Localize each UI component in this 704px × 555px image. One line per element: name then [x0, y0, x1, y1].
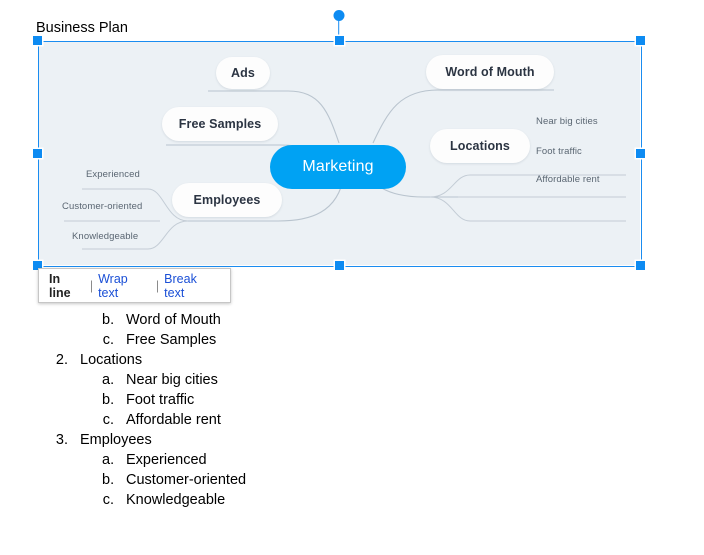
- mindmap-node-ads[interactable]: Ads: [216, 57, 270, 89]
- outline-item-label: Locations: [80, 352, 143, 368]
- outline-item-label: Foot traffic: [126, 392, 195, 408]
- outline-item-marker: b.: [102, 312, 115, 328]
- outline-item-label: Free Samples: [126, 332, 217, 348]
- outline-item-label: Employees: [80, 432, 152, 448]
- mindmap-node-word-of-mouth[interactable]: Word of Mouth: [426, 55, 554, 89]
- text-wrap-options-popup: In line | Wrap text | Break text: [38, 268, 231, 303]
- mindmap-leaf-affordable-rent[interactable]: Affordable rent: [536, 174, 600, 185]
- outline-item-marker: b.: [102, 392, 115, 408]
- outline-item-label: Affordable rent: [126, 412, 221, 428]
- resize-handle-bottom-center[interactable]: [334, 261, 344, 270]
- selected-image-frame[interactable]: Marketing Ads Word of Mouth Free Samples…: [33, 10, 645, 270]
- outline-item[interactable]: a. Near big cities: [36, 370, 456, 390]
- mindmap-leaf-experienced[interactable]: Experienced: [86, 169, 140, 180]
- text-wrap-option-wrap-text[interactable]: Wrap text: [98, 272, 151, 300]
- outline-item-label: Customer-oriented: [126, 472, 247, 488]
- resize-handle-top-center[interactable]: [334, 36, 344, 45]
- outline-item-label: Word of Mouth: [126, 312, 221, 328]
- resize-handle-top-right[interactable]: [636, 36, 645, 45]
- mindmap-image[interactable]: Marketing Ads Word of Mouth Free Samples…: [38, 41, 640, 265]
- popup-separator-1: |: [89, 278, 94, 293]
- outline-item[interactable]: 3. Employees: [36, 430, 456, 450]
- popup-separator-2: |: [155, 278, 160, 293]
- resize-handle-middle-left[interactable]: [33, 148, 42, 158]
- outline-item-marker: c.: [102, 412, 114, 428]
- outline-item-marker: b.: [102, 472, 115, 488]
- text-wrap-option-break-text[interactable]: Break text: [164, 272, 220, 300]
- mindmap-node-employees[interactable]: Employees: [172, 183, 282, 217]
- outline-item[interactable]: c. Affordable rent: [36, 410, 456, 430]
- outline-item-label: Experienced: [126, 452, 207, 468]
- rotate-handle[interactable]: [333, 10, 345, 21]
- outline-item-label: Near big cities: [126, 372, 218, 388]
- outline-item-marker: c.: [102, 492, 114, 508]
- outline-item[interactable]: a. Experienced: [36, 450, 456, 470]
- mindmap-leaf-foot-traffic[interactable]: Foot traffic: [536, 146, 582, 157]
- text-wrap-option-in-line[interactable]: In line: [49, 272, 85, 300]
- mindmap-center-node[interactable]: Marketing: [270, 145, 406, 189]
- outline-item-marker: a.: [102, 452, 115, 468]
- resize-handle-top-left[interactable]: [33, 36, 42, 45]
- outline-item-marker: c.: [102, 332, 114, 348]
- outline-item-marker: 3.: [55, 432, 68, 448]
- page-title: Business Plan: [36, 20, 128, 36]
- outline-item[interactable]: c. Knowledgeable: [36, 490, 456, 510]
- mindmap-node-free-samples[interactable]: Free Samples: [162, 107, 278, 141]
- outline-item-label: Knowledgeable: [126, 492, 226, 508]
- document-outline-list: b. Word of Mouth c. Free Samples 2. Locations…: [36, 310, 456, 510]
- outline-item[interactable]: b. Customer-oriented: [36, 470, 456, 490]
- outline-item[interactable]: b. Foot traffic: [36, 390, 456, 410]
- mindmap-leaf-knowledgeable[interactable]: Knowledgeable: [72, 231, 138, 242]
- resize-handle-bottom-right[interactable]: [636, 261, 645, 270]
- outline-item[interactable]: c. Free Samples: [36, 330, 456, 350]
- outline-item-marker: 2.: [55, 352, 68, 368]
- mindmap-leaf-customer-oriented[interactable]: Customer-oriented: [62, 201, 142, 212]
- mindmap-node-locations[interactable]: Locations: [430, 129, 530, 163]
- outline-item-marker: a.: [102, 372, 115, 388]
- mindmap-leaf-near-big-cities[interactable]: Near big cities: [536, 116, 598, 127]
- outline-item[interactable]: 2. Locations: [36, 350, 456, 370]
- resize-handle-middle-right[interactable]: [636, 148, 645, 158]
- outline-item[interactable]: b. Word of Mouth: [36, 310, 456, 330]
